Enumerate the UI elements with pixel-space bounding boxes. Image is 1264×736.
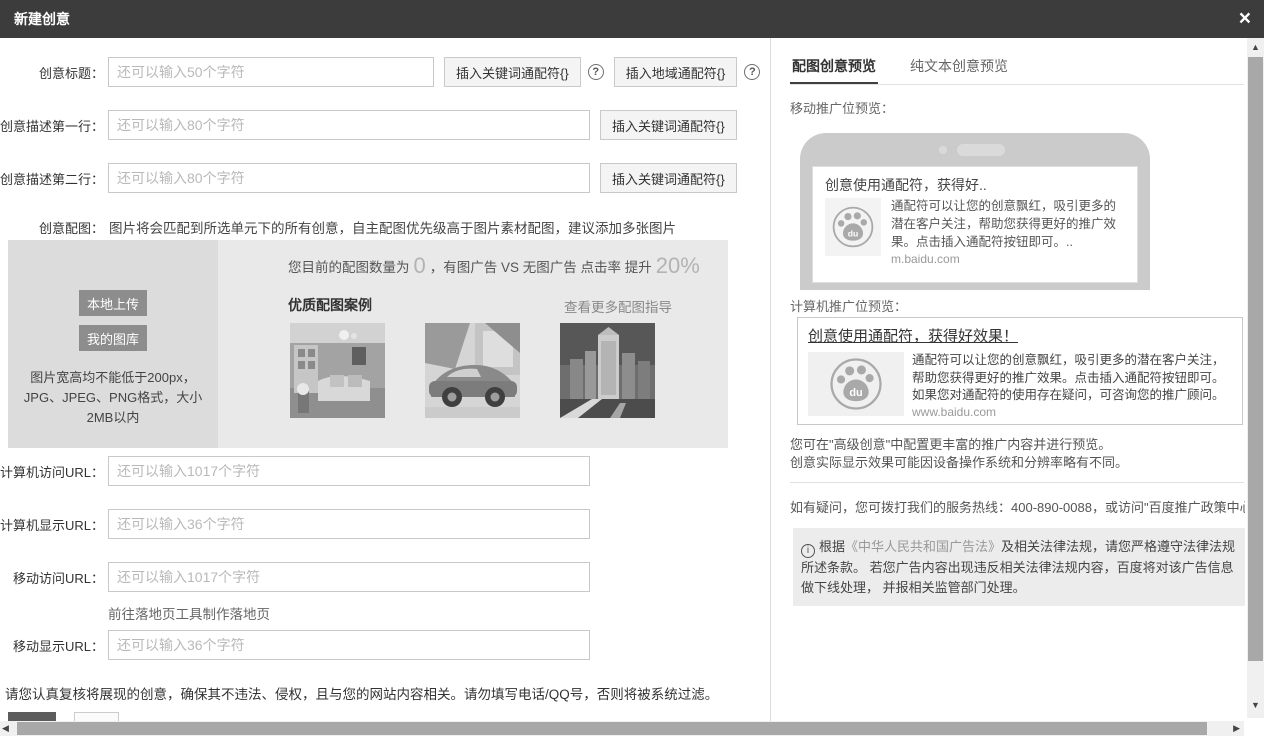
creative-image-hint: 图片将会匹配到所选单元下的所有创意，自主配图优先级高于图片素材配图，建议添加多张…	[109, 217, 676, 237]
creative-image-label: 创意配图：	[0, 218, 104, 237]
svg-text:du: du	[848, 228, 859, 238]
examples-title: 优质配图案例	[288, 295, 372, 315]
baidu-paw-icon: du	[808, 352, 904, 416]
mobile-display-url-input[interactable]	[108, 630, 590, 660]
preview-note-advanced: 您可在"高级创意"中配置更丰富的推广内容并进行预览。	[790, 436, 1128, 454]
phone-camera-icon	[939, 146, 947, 154]
image-count-value: 0	[414, 253, 426, 279]
preview-notes: 您可在"高级创意"中配置更丰富的推广内容并进行预览。 创意实际显示效果可能因设备…	[790, 436, 1128, 472]
preview-panel: 配图创意预览 纯文本创意预览 移动推广位预览： 创意使用通配符，获得好.. du	[771, 38, 1245, 721]
upload-requirements-note: 图片宽高均不能低于200px，JPG、JPEG、PNG格式，大小2MB以内	[8, 368, 218, 428]
phone-speaker-icon	[957, 144, 1005, 156]
ctr-lift-value: 20%	[656, 253, 700, 279]
dialog-title: 新建创意	[14, 0, 70, 38]
tab-image-creative-preview[interactable]: 配图创意预览	[790, 54, 878, 84]
insert-keyword-wildcard-button[interactable]: 插入关键词通配符{}	[600, 163, 737, 193]
legal-notice-box: i根据《中华人民共和国广告法》及相关法律法规，请您严格遵守法律法规所述条款。 若…	[793, 528, 1245, 606]
stats-middle: ，有图广告 VS 无图广告 点击率 提升	[430, 256, 652, 276]
more-image-guide-link[interactable]: 查看更多配图指导	[564, 296, 672, 316]
mobile-url-label: 移动访问URL：	[0, 568, 104, 587]
help-icon[interactable]: ?	[588, 64, 604, 80]
insert-keyword-wildcard-button[interactable]: 插入关键词通配符{}	[444, 57, 581, 87]
example-image-interior	[290, 323, 385, 418]
pc-ad-card: 创意使用通配符，获得好效果！ du 通配符可以让您的创意飘红，吸引更多的潜在客户…	[797, 317, 1243, 425]
pc-display-url-label: 计算机显示URL：	[0, 515, 104, 534]
creative-title-input[interactable]	[108, 57, 434, 87]
phone-mockup: 创意使用通配符，获得好.. du 通配符可以让您的创意飘红，吸引更多的潜在客户关…	[800, 133, 1150, 290]
mobile-ad-url: m.baidu.com	[891, 252, 1125, 266]
mobile-display-url-row: 移动显示URL：	[0, 630, 590, 660]
mobile-ad-card: 创意使用通配符，获得好.. du 通配符可以让您的创意飘红，吸引更多的潜在客户关…	[812, 166, 1138, 283]
description-line1-row: 创意描述第一行： 插入关键词通配符{}	[0, 110, 737, 140]
stats-prefix: 您目前的配图数量为	[288, 256, 410, 276]
interior-photo-icon	[290, 323, 385, 418]
mobile-display-url-label: 移动显示URL：	[0, 636, 104, 655]
image-upload-panel: 本地上传 我的图库 图片宽高均不能低于200px，JPG、JPEG、PNG格式，…	[8, 240, 728, 448]
example-images	[290, 323, 695, 418]
scroll-right-icon[interactable]: ▶	[1233, 722, 1240, 735]
confirm-button[interactable]	[8, 712, 56, 721]
compliance-review-note: 请您认真复核将展现的创意，确保其不违法、侵权，且与您的网站内容相关。请勿填写电话…	[5, 683, 718, 703]
mobile-url-input[interactable]	[108, 562, 590, 592]
upload-dropzone: 本地上传 我的图库 图片宽高均不能低于200px，JPG、JPEG、PNG格式，…	[8, 240, 218, 448]
pc-ad-url: www.baidu.com	[912, 405, 1232, 419]
description-line2-label: 创意描述第二行：	[0, 169, 104, 188]
image-count-stats: 您目前的配图数量为 0 ，有图广告 VS 无图广告 点击率 提升 20%	[288, 253, 704, 279]
horizontal-scrollbar[interactable]: ◀ ▶	[0, 721, 1244, 736]
baidu-paw-icon: du	[825, 198, 881, 256]
mobile-preview-label: 移动推广位预览：	[790, 98, 894, 117]
creative-title-row: 创意标题： 插入关键词通配符{} ? 插入地域通配符{} ?	[0, 57, 760, 87]
description-line2-input[interactable]	[108, 163, 590, 193]
vertical-scrollbar[interactable]: ▲ ▼	[1247, 38, 1264, 718]
example-image-city	[560, 323, 655, 418]
insert-keyword-wildcard-button[interactable]: 插入关键词通配符{}	[600, 110, 737, 140]
mobile-ad-body: 通配符可以让您的创意飘红，吸引更多的潜在客户关注，帮助您获得更好的推广效果。点击…	[891, 198, 1125, 251]
landing-page-tool-link[interactable]: 前往落地页工具制作落地页	[108, 603, 270, 623]
pc-display-url-input[interactable]	[108, 509, 590, 539]
preview-note-display: 创意实际显示效果可能因设备操作系统和分辨率略有不同。	[790, 454, 1128, 472]
dialog-titlebar: 新建创意 ×	[0, 0, 1264, 38]
example-image-car	[425, 323, 520, 418]
city-photo-icon	[560, 323, 655, 418]
svg-text:du: du	[849, 387, 862, 399]
pc-ad-title: 创意使用通配符，获得好效果！	[808, 325, 1232, 346]
car-photo-icon	[425, 323, 520, 418]
horizontal-scrollbar-thumb[interactable]	[17, 722, 1207, 735]
creative-image-row: 创意配图： 图片将会匹配到所选单元下的所有创意，自主配图优先级高于图片素材配图，…	[0, 217, 676, 237]
pc-preview-label: 计算机推广位预览：	[790, 296, 907, 315]
description-line1-input[interactable]	[108, 110, 590, 140]
close-icon[interactable]: ×	[1239, 6, 1251, 32]
tab-text-creative-preview[interactable]: 纯文本创意预览	[908, 54, 1010, 84]
pc-url-label: 计算机访问URL：	[0, 462, 104, 481]
advertising-law-link[interactable]: 《中华人民共和国广告法》	[845, 539, 1001, 554]
paw-logo-icon: du	[827, 355, 885, 413]
section-divider	[790, 482, 1244, 483]
local-upload-button[interactable]: 本地上传	[79, 290, 147, 316]
pc-url-row: 计算机访问URL：	[0, 456, 590, 486]
preview-tabs: 配图创意预览 纯文本创意预览	[790, 54, 1244, 85]
insert-region-wildcard-button[interactable]: 插入地域通配符{}	[614, 57, 738, 87]
description-line2-row: 创意描述第二行： 插入关键词通配符{}	[0, 163, 737, 193]
mobile-url-row: 移动访问URL：	[0, 562, 590, 592]
info-icon: i	[801, 544, 815, 558]
scroll-left-icon[interactable]: ◀	[2, 722, 9, 735]
mobile-ad-title: 创意使用通配符，获得好..	[825, 175, 1125, 195]
help-icon[interactable]: ?	[744, 64, 760, 80]
vertical-scrollbar-thumb[interactable]	[1248, 57, 1263, 661]
my-gallery-button[interactable]: 我的图库	[79, 325, 147, 351]
scroll-up-icon[interactable]: ▲	[1247, 42, 1264, 52]
paw-logo-icon: du	[830, 204, 876, 250]
description-line1-label: 创意描述第一行：	[0, 116, 104, 135]
service-hotline-note: 如有疑问，您可拨打我们的服务热线：400-890-0088，或访问"百度推广政策…	[790, 497, 1245, 516]
creative-form-panel: 创意标题： 插入关键词通配符{} ? 插入地域通配符{} ? 创意描述第一行： …	[0, 38, 770, 721]
creative-title-label: 创意标题：	[0, 63, 104, 82]
cancel-button[interactable]	[74, 712, 119, 721]
pc-url-input[interactable]	[108, 456, 590, 486]
scroll-down-icon[interactable]: ▼	[1247, 700, 1264, 710]
pc-display-url-row: 计算机显示URL：	[0, 509, 590, 539]
legal-prefix: 根据	[819, 539, 845, 554]
pc-ad-body: 通配符可以让您的创意飘红，吸引更多的潜在客户关注，帮助您获得更好的推广效果。点击…	[912, 352, 1232, 405]
